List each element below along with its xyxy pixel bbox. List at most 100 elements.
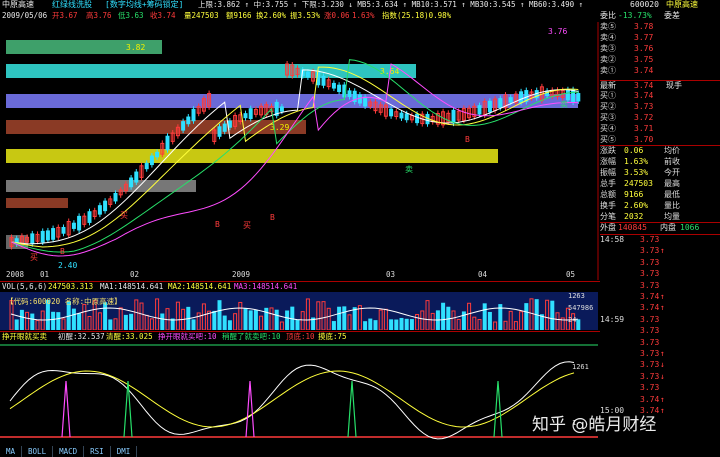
oscillator-chart[interactable]: 12611 (0, 341, 600, 445)
quote-line: 上限:3.862 ↑ 中:3.755 ↑ 下限:3.230 ↓ MB5:3.63… (198, 0, 584, 9)
tick-price: 3.73 (640, 326, 660, 336)
indicator-name-2[interactable]: [数字均线+筹码锁定] (105, 0, 183, 10)
volume-bar (71, 308, 76, 330)
quote-row: 3.74 ↑ (600, 303, 720, 313)
time-axis-tick: 01 (40, 270, 50, 279)
candle (87, 211, 92, 223)
bar-date: 2009/05/06 (2, 11, 48, 20)
stat-label: 总手 (600, 179, 616, 188)
indicator-tabs: MA BOLL MACD RSI DMI (0, 446, 138, 457)
stat-value: 1.63% (624, 157, 649, 166)
volume-bar (123, 314, 128, 330)
tick-price: 3.73 (640, 360, 660, 370)
quote-row: 买① 3.74 (600, 91, 720, 101)
tick-time: 14:59 (600, 314, 625, 324)
candle (389, 108, 394, 117)
volume-bar (129, 313, 134, 330)
volume-bar (14, 319, 19, 330)
candle (404, 113, 409, 121)
tab-rsi[interactable]: RSI (84, 446, 111, 457)
watermark: 知乎 @皓月财经 (532, 415, 657, 435)
candle (134, 171, 139, 183)
quote-row: 3.73 (600, 383, 720, 393)
volume-bar (342, 306, 347, 330)
now-label: 现手 (666, 81, 682, 90)
osc-spike (493, 380, 503, 438)
tick-list[interactable]: 14:58 3.73 3.73 ↑ 3.73 3.73 3.73 3.74 ↑ 3.74 ↑ 14:5… (600, 234, 720, 415)
sell-signal: 卖 (560, 100, 568, 109)
quote-row: 3.74 ↑ (600, 292, 720, 302)
tick-price: 3.73 (640, 371, 660, 381)
stat-label: 分笔 (600, 212, 616, 221)
low-price-label: 2.40 (58, 261, 77, 270)
volume-bar (160, 313, 165, 330)
osc-spike (245, 380, 255, 438)
tab-dmi[interactable]: DMI (111, 446, 138, 457)
latest-row: 最新 3.74 现手 (600, 80, 720, 91)
stat-label-2: 均量 (664, 212, 680, 221)
osc-axis-tick: 1261 (572, 363, 589, 371)
b-signal: B (270, 213, 275, 222)
quote-row: 振幅 3.53% 今开 (600, 168, 720, 178)
bar-low: 低3.63 (118, 11, 144, 20)
quote-row: 卖⑤ 3.78 (600, 22, 720, 32)
bar-rise: 涨0.06 (324, 11, 350, 20)
indicator-header: 中原高速 红绿线洗股 [数字均线+筹码锁定] 上限:3.862 ↑ 中:3.75… (0, 0, 600, 10)
inner-label: 内盘 (660, 223, 676, 232)
time-axis-tick: 04 (478, 270, 488, 279)
outer-label: 外盘 (600, 223, 616, 232)
candle (181, 121, 186, 131)
buy-level-price: 3.74 (634, 91, 654, 100)
volume-bar (373, 320, 378, 330)
volume-bar (222, 315, 227, 330)
candle (243, 113, 248, 119)
tab-boll[interactable]: BOLL (22, 446, 54, 457)
candle (113, 192, 118, 202)
candle (571, 89, 576, 103)
quote-row: 涨跌 0.06 均价 (600, 146, 720, 156)
volume-bar (487, 311, 492, 330)
candle (498, 98, 503, 109)
candle (155, 151, 160, 158)
b-signal: B (60, 247, 65, 256)
volume-bar (352, 307, 357, 330)
indicator-name-1[interactable]: 红绿线洗股 (52, 0, 92, 10)
volume-title[interactable]: VOL(5,6,6) (2, 282, 47, 292)
stat-label: 振幅 (600, 168, 616, 177)
quote-row: 卖① 3.74 (600, 66, 720, 76)
chip-band (6, 198, 68, 208)
quote-row: 14:58 3.73 (600, 235, 720, 245)
quote-row: 3.73 ↑ (600, 246, 720, 256)
tick-price: 3.73 (640, 337, 660, 347)
bar-close: 收3.74 (150, 11, 176, 20)
sell-level-label: 卖③ (600, 44, 616, 53)
tick-price: 3.73 (640, 383, 660, 393)
tab-ma[interactable]: MA (0, 446, 23, 457)
stat-label-2: 最高 (664, 179, 680, 188)
volume-bar (274, 309, 279, 330)
tick-price: 3.74 (640, 394, 660, 404)
volume-ma2: MA2:148514.641 (168, 282, 232, 291)
quote-row: 3.74 ↑ (600, 395, 720, 405)
quote-row: 总额 9166 最低 (600, 190, 720, 200)
volume-bar (337, 306, 342, 330)
tick-price: 3.73 (640, 257, 660, 267)
weibi-label: 委比 (600, 11, 616, 20)
bar-amplitude: 振3.53% (290, 11, 321, 20)
inner-value: 1066 (680, 223, 700, 232)
volume-bar (248, 310, 253, 330)
tick-time: 14:58 (600, 235, 625, 244)
candle (144, 162, 149, 170)
quote-row: 3.73 (600, 281, 720, 291)
stat-label-2: 最低 (664, 190, 680, 199)
candle (565, 89, 570, 101)
kline-workspace[interactable]: 中原高速 红绿线洗股 [数字均线+筹码锁定] 上限:3.862 ↑ 中:3.75… (0, 0, 620, 457)
volume-bar (576, 319, 581, 330)
tick-arrow: ↑ (660, 246, 665, 256)
quote-row: 卖③ 3.76 (600, 44, 720, 54)
volume-bar (285, 310, 290, 330)
side-code: 600020 (630, 0, 659, 9)
price-chart[interactable]: 3.823.643.293.762.40买买买卖卖BBBB (0, 22, 600, 280)
chip-band (6, 64, 416, 78)
tab-macd[interactable]: MACD (53, 446, 85, 457)
